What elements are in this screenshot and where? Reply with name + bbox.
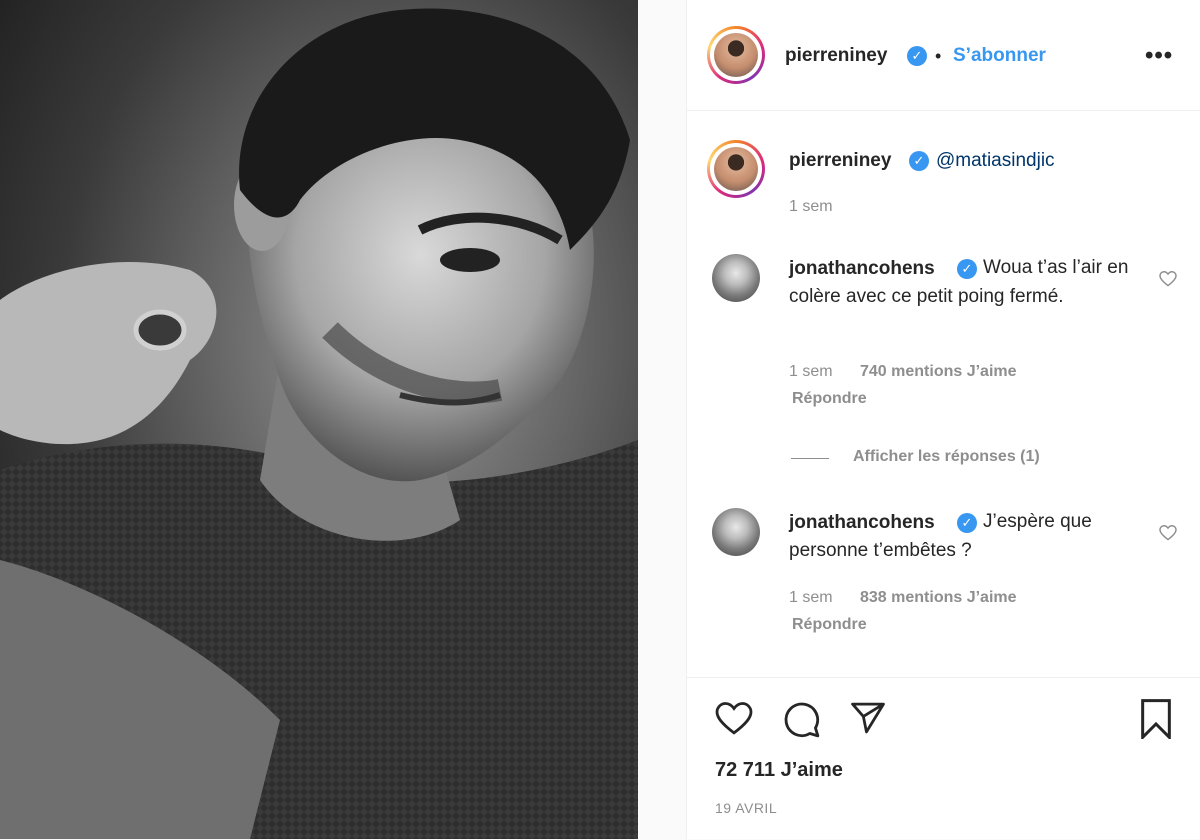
replies-divider <box>791 458 829 459</box>
comment-avatar[interactable] <box>712 254 760 302</box>
comment-timestamp[interactable]: 1 sem <box>789 589 833 607</box>
separator-dot: • <box>935 46 942 66</box>
verified-badge-icon: ✓ <box>909 151 929 171</box>
comment-icon[interactable] <box>783 701 821 739</box>
author-avatar[interactable] <box>707 26 765 84</box>
more-options-button[interactable]: ••• <box>1145 42 1173 70</box>
reply-button[interactable]: Répondre <box>792 390 867 408</box>
bookmark-icon[interactable] <box>1139 699 1173 739</box>
comment-avatar[interactable] <box>712 508 760 556</box>
reply-button[interactable]: Répondre <box>792 616 867 634</box>
portrait-image <box>0 8 638 839</box>
page-gutter <box>638 0 686 839</box>
post-photo[interactable] <box>0 0 638 839</box>
caption-mention-link[interactable]: @matiasindjic <box>936 150 1055 172</box>
heart-icon[interactable] <box>1159 525 1177 541</box>
comment-timestamp[interactable]: 1 sem <box>789 363 833 381</box>
caption-timestamp[interactable]: 1 sem <box>789 198 833 216</box>
heart-icon[interactable] <box>1159 271 1177 287</box>
heart-icon[interactable] <box>715 702 753 736</box>
post-header: pierreniney ✓ • S’abonner ••• <box>687 0 1200 111</box>
comment-text: Woua t’as l’air en colère avec ce petit … <box>789 257 1129 307</box>
author-username[interactable]: pierreniney <box>785 45 887 67</box>
view-replies-button[interactable]: Afficher les réponses (1) <box>853 448 1040 466</box>
comment-likes[interactable]: 740 mentions J’aime <box>860 363 1017 381</box>
comment-text: J’espère que personne t’embêtes ? <box>789 511 1092 561</box>
post-side-panel: pierreniney ✓ • S’abonner ••• pierrenine… <box>686 0 1200 839</box>
comment-likes[interactable]: 838 mentions J’aime <box>860 589 1017 607</box>
post-date[interactable]: 19 AVRIL <box>715 800 777 816</box>
share-icon[interactable] <box>849 701 887 735</box>
caption-author-avatar[interactable] <box>707 140 765 198</box>
verified-badge-icon: ✓ <box>907 46 927 66</box>
caption-author-username[interactable]: pierreniney <box>789 150 891 172</box>
likes-count[interactable]: 72 711 J’aime <box>715 759 843 782</box>
post-actions-footer: 72 711 J’aime 19 AVRIL <box>687 677 1200 840</box>
follow-button[interactable]: S’abonner <box>953 45 1046 67</box>
